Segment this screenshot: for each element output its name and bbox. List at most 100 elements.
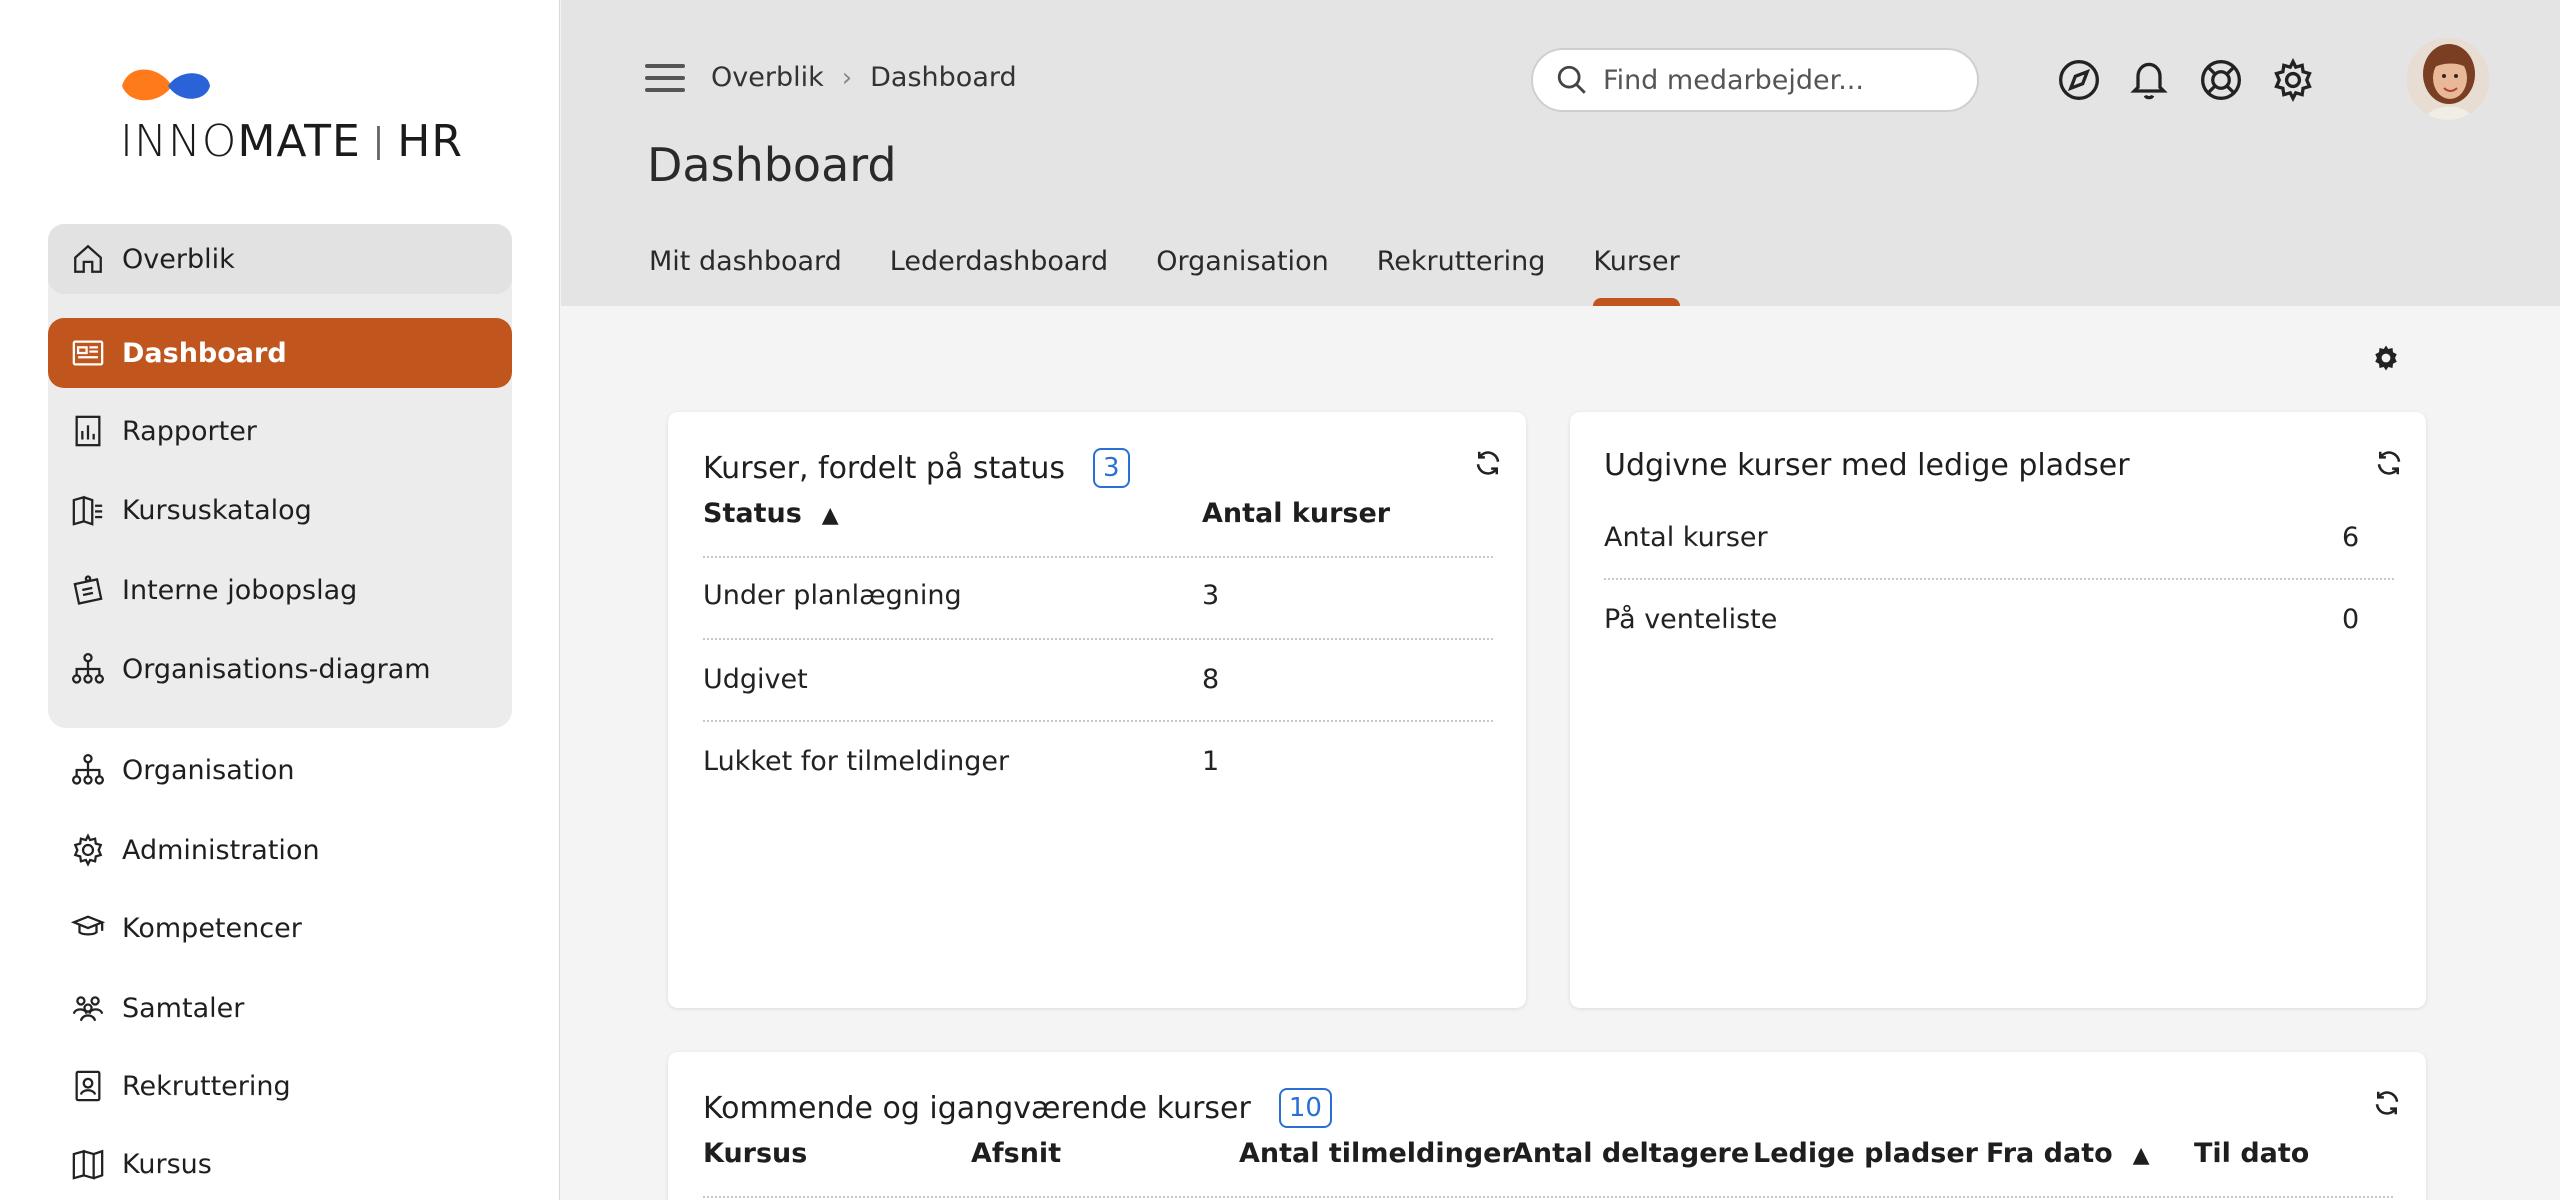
- column-header-til-dato[interactable]: Til dato: [2194, 1138, 2309, 1169]
- header: Overblik › Dashboard Dashboard Mit dashb…: [561, 0, 2560, 306]
- refresh-icon[interactable]: [2372, 1088, 2402, 1118]
- search-input[interactable]: [1603, 64, 1963, 96]
- sidebar-item-rekruttering[interactable]: Rekruttering: [48, 1051, 512, 1121]
- catalog-icon: [70, 492, 106, 528]
- column-header-ledige-pladser[interactable]: Ledige pladser: [1753, 1138, 1978, 1169]
- card-title-text: Kurser, fordelt på status: [703, 450, 1066, 486]
- page-title: Dashboard: [647, 138, 897, 192]
- logo-mark-icon: [122, 69, 210, 101]
- table-cell-count: 8: [1202, 664, 1220, 695]
- column-header-label: Fra dato: [1986, 1138, 2113, 1169]
- dashboard-icon: [70, 335, 106, 371]
- tab-bar: Mit dashboard Lederdashboard Organisatio…: [649, 246, 1728, 306]
- card-published-courses: Udgivne kurser med ledige pladser Antal …: [1570, 412, 2426, 1008]
- stat-value: 0: [2342, 604, 2360, 635]
- sidebar-item-overblik[interactable]: Overblik: [48, 224, 512, 294]
- table-cell-count: 1: [1202, 746, 1220, 777]
- column-header-count[interactable]: Antal kurser: [1202, 498, 1390, 529]
- sidebar-item-dashboard[interactable]: Dashboard: [48, 318, 512, 388]
- tab-organisation[interactable]: Organisation: [1156, 246, 1329, 306]
- people-icon: [70, 990, 106, 1026]
- table-cell-status: Lukket for tilmeldinger: [703, 746, 1010, 777]
- sort-ascending-icon: ▲: [821, 503, 839, 528]
- card-title: Kommende og igangværende kurser 10: [703, 1088, 1332, 1128]
- tab-kurser[interactable]: Kurser: [1593, 246, 1681, 306]
- row-divider: [703, 638, 1493, 640]
- logo-text-part: INNO: [120, 116, 238, 167]
- sidebar-item-kursus[interactable]: Kursus: [48, 1129, 512, 1199]
- graduation-cap-icon: [70, 910, 106, 946]
- logo-separator: |: [372, 121, 386, 161]
- lifebuoy-icon[interactable]: [2199, 58, 2243, 102]
- sidebar-item-label: Samtaler: [122, 992, 245, 1024]
- sidebar-item-administration[interactable]: Administration: [48, 815, 512, 885]
- breadcrumb: Overblik › Dashboard: [711, 62, 1017, 93]
- sidebar-item-organisations-diagram[interactable]: Organisations-diagram: [48, 634, 512, 704]
- stat-label: På venteliste: [1604, 604, 1778, 635]
- row-divider: [703, 720, 1493, 722]
- column-header-afsnit[interactable]: Afsnit: [971, 1138, 1061, 1169]
- search-icon: [1557, 65, 1586, 94]
- logo-text-part: MATE: [237, 116, 361, 167]
- sidebar-item-label: Organisation: [122, 754, 295, 786]
- count-badge: 3: [1093, 448, 1130, 488]
- column-header-status[interactable]: Status ▲: [703, 498, 839, 529]
- column-header-antal-tilmeldinger[interactable]: Antal tilmeldinger: [1239, 1138, 1515, 1169]
- search-box[interactable]: [1531, 48, 1979, 112]
- gear-icon[interactable]: [2271, 58, 2315, 102]
- card-title: Kurser, fordelt på status 3: [703, 448, 1130, 488]
- card-title: Udgivne kurser med ledige pladser: [1604, 448, 2130, 483]
- gear-icon: [70, 832, 106, 868]
- navigate-icon[interactable]: [2057, 58, 2101, 102]
- count-badge: 10: [1278, 1088, 1332, 1128]
- tab-lederdashboard[interactable]: Lederdashboard: [890, 246, 1108, 306]
- book-icon: [70, 1146, 106, 1182]
- bell-icon[interactable]: [2127, 58, 2171, 102]
- badge-icon: [70, 1068, 106, 1104]
- refresh-icon[interactable]: [2374, 448, 2404, 478]
- logo-text-part: HR: [397, 116, 463, 167]
- tab-rekruttering[interactable]: Rekruttering: [1377, 246, 1546, 306]
- breadcrumb-item-dashboard: Dashboard: [870, 62, 1017, 93]
- sidebar-item-rapporter[interactable]: Rapporter: [48, 396, 512, 466]
- hamburger-menu-icon[interactable]: [645, 64, 685, 98]
- home-icon: [70, 241, 106, 277]
- column-header-kursus[interactable]: Kursus: [703, 1138, 807, 1169]
- card-courses-by-status: Kurser, fordelt på status 3 Status ▲ Anta…: [668, 412, 1526, 1008]
- sort-ascending-icon: ▲: [2132, 1143, 2150, 1168]
- card-title-text: Udgivne kurser med ledige pladser: [1604, 448, 2130, 483]
- sidebar-item-label: Dashboard: [122, 337, 287, 369]
- sidebar-item-label: Kursuskatalog: [122, 494, 312, 526]
- sidebar-item-organisation[interactable]: Organisation: [48, 735, 512, 805]
- stat-label: Antal kurser: [1604, 522, 1768, 553]
- logo[interactable]: INNOMATE | HR: [120, 62, 462, 172]
- chevron-right-icon: ›: [841, 62, 853, 93]
- sidebar-item-kompetencer[interactable]: Kompetencer: [48, 893, 512, 963]
- logo-text: INNOMATE | HR: [120, 116, 463, 167]
- table-cell-status: Under planlægning: [703, 580, 962, 611]
- widget-settings-gear-icon[interactable]: [2371, 343, 2401, 373]
- table-cell-count: 3: [1202, 580, 1220, 611]
- sidebar-item-label: Kompetencer: [122, 912, 302, 944]
- avatar[interactable]: [2407, 38, 2489, 120]
- breadcrumb-item-overblik[interactable]: Overblik: [711, 62, 824, 93]
- sidebar-item-label: Interne jobopslag: [122, 574, 358, 606]
- card-upcoming-courses: Kommende og igangværende kurser 10 Kursu…: [668, 1052, 2426, 1200]
- sidebar-item-label: Organisations-diagram: [122, 653, 431, 685]
- sidebar-item-label: Rapporter: [122, 415, 257, 447]
- row-divider: [1604, 578, 2394, 580]
- card-title-text: Kommende og igangværende kurser: [703, 1090, 1251, 1126]
- org-chart-icon: [70, 651, 106, 687]
- sidebar-item-kursuskatalog[interactable]: Kursuskatalog: [48, 475, 512, 545]
- sidebar-item-label: Kursus: [122, 1148, 212, 1180]
- report-icon: [70, 413, 106, 449]
- sidebar-item-interne-jobopslag[interactable]: Interne jobopslag: [48, 555, 512, 625]
- column-header-fra-dato[interactable]: Fra dato ▲: [1986, 1138, 2150, 1169]
- row-divider: [703, 556, 1493, 558]
- sidebar-item-samtaler[interactable]: Samtaler: [48, 973, 512, 1043]
- column-header-antal-deltagere[interactable]: Antal deltagere: [1512, 1138, 1749, 1169]
- refresh-icon[interactable]: [1473, 448, 1503, 478]
- row-divider: [703, 1196, 2393, 1198]
- table-cell-status: Udgivet: [703, 664, 808, 695]
- tab-mit-dashboard[interactable]: Mit dashboard: [649, 246, 842, 306]
